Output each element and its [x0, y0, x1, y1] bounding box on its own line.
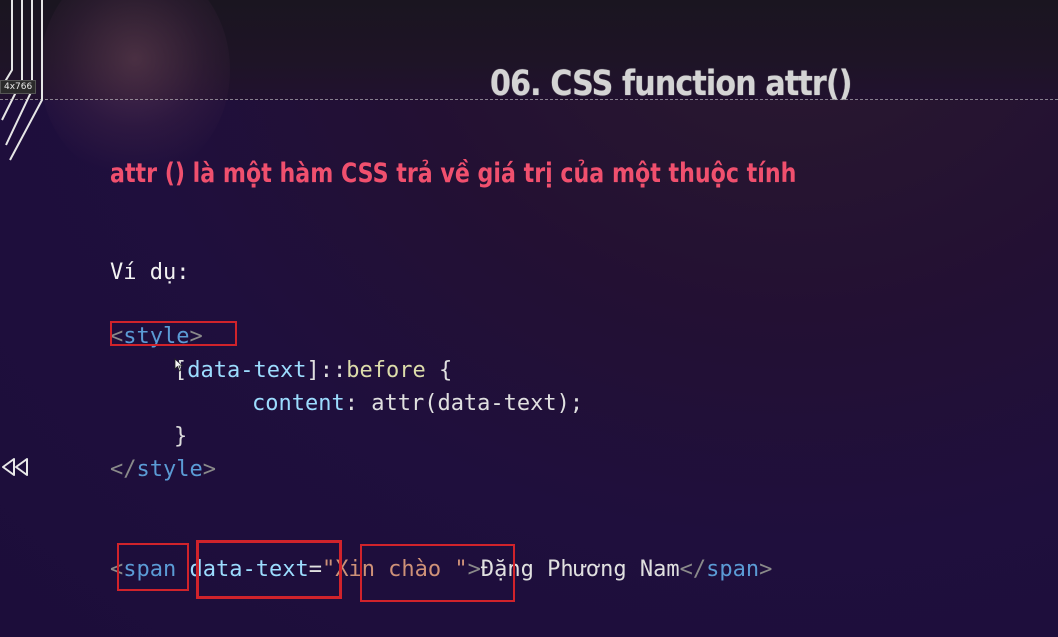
- rewind-icon[interactable]: [0, 455, 30, 479]
- code-line-content: content: attr(data-text);: [252, 387, 583, 420]
- code-line-selector: [data-text]::before {: [174, 354, 452, 387]
- slide-title: 06. CSS function attr(): [490, 64, 853, 104]
- code-token: ::: [319, 358, 347, 383]
- code-token: span: [706, 557, 760, 582]
- code-token: style: [136, 457, 203, 482]
- highlight-box-style-tag: [110, 321, 237, 346]
- code-token: >: [202, 457, 216, 482]
- code-token: before: [346, 358, 426, 383]
- highlight-box-data-text-attr: [196, 540, 342, 599]
- highlight-box-span-tag: [117, 543, 189, 591]
- code-line-style-close: </style>: [110, 453, 216, 486]
- cursor-icon: [174, 358, 184, 372]
- example-label: Ví dụ:: [110, 260, 190, 285]
- code-token: ]: [306, 358, 320, 383]
- code-token: >: [759, 557, 773, 582]
- code-token: </: [679, 557, 707, 582]
- code-token: </: [110, 457, 137, 482]
- slide-subtitle: attr () là một hàm CSS trả về giá trị củ…: [110, 158, 797, 189]
- code-token: :: [344, 391, 372, 416]
- highlight-box-attr-value: [360, 544, 515, 602]
- code-token: data-text: [187, 358, 307, 383]
- decorative-blob: [40, 0, 230, 180]
- code-token: {: [425, 358, 453, 383]
- code-line-brace-close: }: [174, 424, 188, 449]
- code-token: attr(data-text);: [371, 391, 584, 416]
- canvas-size-badge: 4x766: [0, 80, 37, 94]
- code-token: content: [252, 391, 345, 416]
